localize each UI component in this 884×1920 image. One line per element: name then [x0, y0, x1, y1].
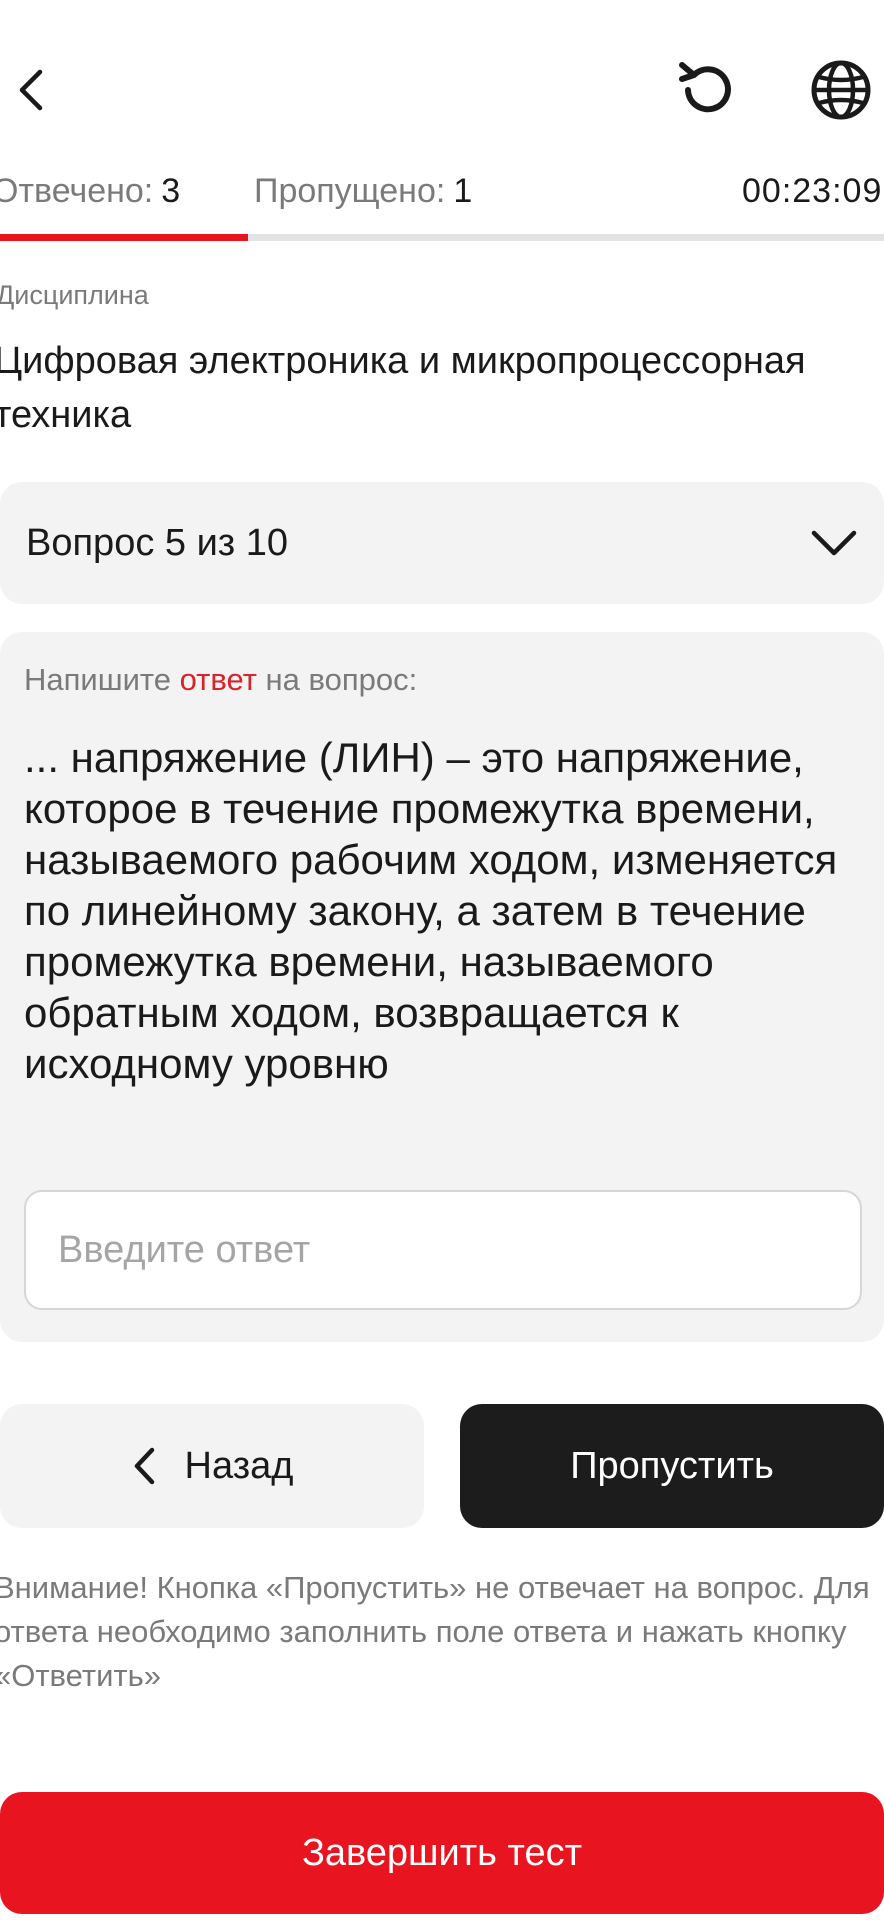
back-nav-button[interactable] — [0, 48, 60, 132]
answered-value: 3 — [161, 172, 181, 210]
question-card: Напишите ответ на вопрос: ... напряжение… — [0, 632, 884, 1342]
back-button[interactable]: Назад — [0, 1404, 424, 1528]
answer-input[interactable] — [24, 1190, 862, 1310]
chevron-left-icon — [134, 1447, 154, 1485]
restart-icon — [679, 62, 731, 113]
answered-label: Отвечено: — [0, 172, 154, 210]
discipline-label: Дисциплина — [0, 280, 149, 310]
answer-prompt: Напишите ответ на вопрос: — [24, 662, 417, 698]
language-button[interactable] — [808, 48, 884, 132]
skipped-label: Пропущено: — [254, 172, 446, 210]
stats-row: Отвечено: 3 Пропущено: 1 00:23:09 — [0, 172, 884, 216]
skip-button[interactable]: Пропустить — [460, 1404, 884, 1528]
finish-test-label: Завершить тест — [301, 1831, 583, 1874]
prompt-accent: ответ — [179, 662, 257, 697]
prompt-after: на вопрос: — [256, 662, 418, 697]
prompt-before: Напишите — [24, 662, 180, 697]
discipline-name: Цифровая электроника и микропроцессорная… — [0, 340, 806, 436]
skipped-value: 1 — [453, 172, 473, 210]
timer: 00:23:09 — [742, 172, 883, 210]
question-number: Вопрос 5 из 10 — [26, 521, 289, 564]
chevron-down-icon — [811, 530, 857, 556]
question-selector[interactable]: Вопрос 5 из 10 — [0, 482, 884, 604]
chevron-left-icon — [19, 69, 43, 111]
skip-button-label: Пропустить — [570, 1444, 774, 1487]
back-button-label: Назад — [184, 1444, 294, 1487]
warning-text: Внимание! Кнопка «Пропустить» не отвечае… — [0, 1570, 870, 1693]
globe-icon — [811, 60, 871, 120]
restart-button[interactable] — [666, 48, 750, 132]
progress-bar — [0, 234, 884, 241]
answered-stat: Отвечено: 3 — [0, 172, 180, 211]
finish-test-button[interactable]: Завершить тест — [0, 1792, 884, 1914]
skipped-stat: Пропущено: 1 — [254, 172, 472, 211]
progress-fill — [0, 234, 248, 241]
question-text: ... напряжение (ЛИН) – это напряжение, к… — [24, 734, 838, 1087]
